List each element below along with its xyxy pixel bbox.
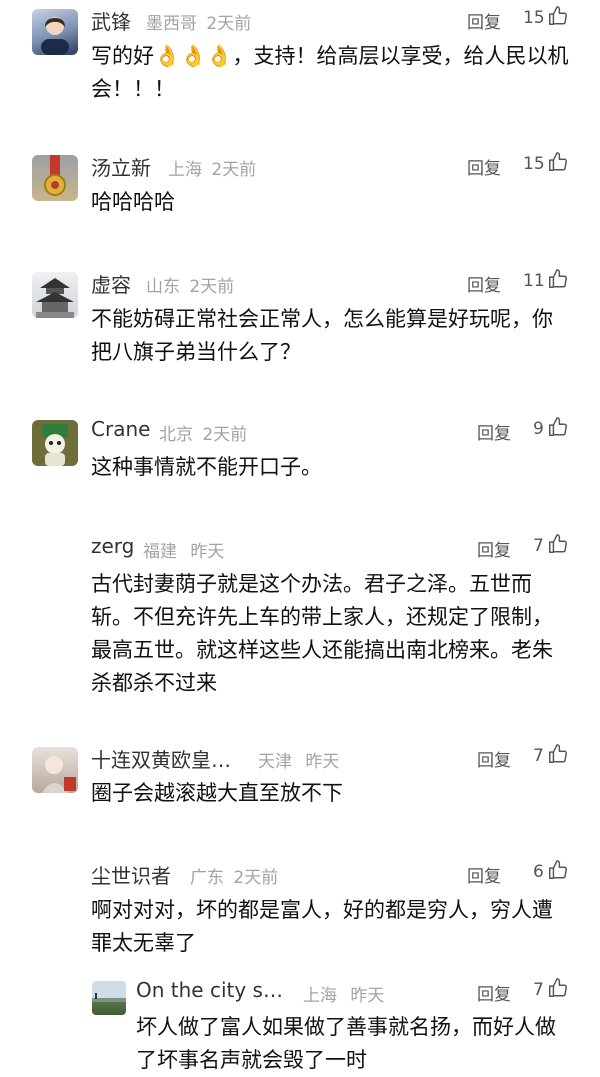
reply-button[interactable]: 回复 (467, 154, 501, 179)
avatar[interactable] (92, 981, 126, 1015)
comment-meta: 天津 昨天 (258, 747, 339, 772)
location-label: 福建 (143, 542, 177, 562)
thumbs-up-icon[interactable] (547, 416, 569, 438)
comment-meta: 福建 昨天 (143, 537, 224, 562)
commenter-name[interactable]: 尘世识者 (91, 860, 171, 889)
character-icon (42, 424, 68, 466)
comment-text: 这种事情就不能开口子。 (91, 455, 322, 479)
comment-meta: 上海 昨天 (303, 981, 384, 1006)
location-label: 上海 (168, 160, 202, 180)
location-label: 山东 (146, 277, 180, 297)
time-label: 昨天 (350, 986, 385, 1006)
like-count: 7 (533, 746, 544, 766)
thumbs-up-icon[interactable] (547, 533, 569, 555)
comment-text: 不能妨碍正常社会正常人，怎么能算是好玩呢，你把八旗子弟当什么了？ (91, 307, 553, 364)
thumbs-up-icon[interactable] (547, 151, 569, 173)
reply-button[interactable]: 回复 (477, 746, 511, 771)
comment-text: 古代封妻荫子就是这个办法。君子之泽。五世而斩。不但充许先上车的带上家人，还规定了… (91, 572, 553, 695)
avatar[interactable] (32, 9, 78, 55)
thumbs-up-icon[interactable] (547, 5, 569, 27)
comment-text: 写的好👌👌👌，支持！给高层以享受，给人民以机会！！！ (91, 44, 569, 101)
reply-button[interactable]: 回复 (467, 8, 501, 33)
commenter-name[interactable]: 武锋 (91, 6, 131, 35)
like-count: 11 (523, 271, 545, 291)
reply-button[interactable]: 回复 (477, 980, 511, 1005)
comment-meta: 山东 2天前 (146, 272, 234, 297)
commenter-name[interactable]: 虚容 (91, 269, 131, 298)
avatar[interactable] (32, 272, 78, 318)
medal-icon (44, 155, 66, 196)
avatar[interactable] (32, 155, 78, 201)
reply-button[interactable]: 回复 (477, 536, 511, 561)
thumbs-up-icon[interactable] (547, 268, 569, 290)
time-label: 2天前 (206, 14, 252, 34)
like-count: 6 (533, 862, 544, 882)
pagoda-icon (36, 278, 74, 318)
like-count: 7 (533, 980, 544, 1000)
location-label: 天津 (258, 752, 292, 772)
reply-button[interactable]: 回复 (467, 271, 501, 296)
thumbs-up-icon[interactable] (547, 743, 569, 765)
avatar[interactable] (32, 420, 78, 466)
commenter-name[interactable]: On the city s… (136, 978, 283, 1002)
reply-button[interactable]: 回复 (467, 862, 501, 887)
comment-text: 圈子会越滚越大直至放不下 (91, 781, 343, 805)
like-count: 9 (533, 419, 544, 439)
time-label: 昨天 (305, 752, 340, 772)
commenter-name[interactable]: 汤立新 (91, 152, 151, 181)
comment-text: 坏人做了富人如果做了善事就名扬，而好人做了坏事名声就会毁了一时 (136, 1015, 556, 1072)
comment-text: 啊对对对，坏的都是富人，好的都是穷人，穷人遭罪太无辜了 (91, 898, 553, 955)
person-icon (42, 756, 76, 793)
commenter-name[interactable]: Crane (91, 417, 150, 441)
like-count: 15 (523, 154, 545, 174)
comment-meta: 墨西哥 2天前 (146, 9, 251, 34)
thumbs-up-icon[interactable] (547, 977, 569, 999)
time-label: 2天前 (202, 425, 248, 445)
thumbs-up-icon[interactable] (547, 859, 569, 881)
time-label: 2天前 (233, 868, 279, 888)
comment-text: 哈哈哈哈 (91, 190, 175, 214)
location-label: 墨西哥 (146, 14, 197, 34)
like-count: 15 (523, 8, 545, 28)
commenter-name[interactable]: 十连双黄欧皇… (91, 744, 231, 773)
time-label: 2天前 (211, 160, 257, 180)
location-label: 广东 (190, 868, 224, 888)
time-label: 昨天 (190, 542, 225, 562)
like-count: 7 (533, 536, 544, 556)
time-label: 2天前 (189, 277, 235, 297)
comment-meta: 北京 2天前 (159, 420, 247, 445)
comment-meta: 上海 2天前 (168, 155, 256, 180)
reply-button[interactable]: 回复 (477, 419, 511, 444)
commenter-name[interactable]: zerg (91, 534, 134, 558)
person-icon (41, 17, 69, 55)
location-label: 北京 (159, 425, 193, 445)
location-label: 上海 (303, 986, 337, 1006)
landscape-icon (92, 993, 126, 1002)
avatar[interactable] (32, 747, 78, 793)
comment-meta: 广东 2天前 (190, 863, 278, 888)
